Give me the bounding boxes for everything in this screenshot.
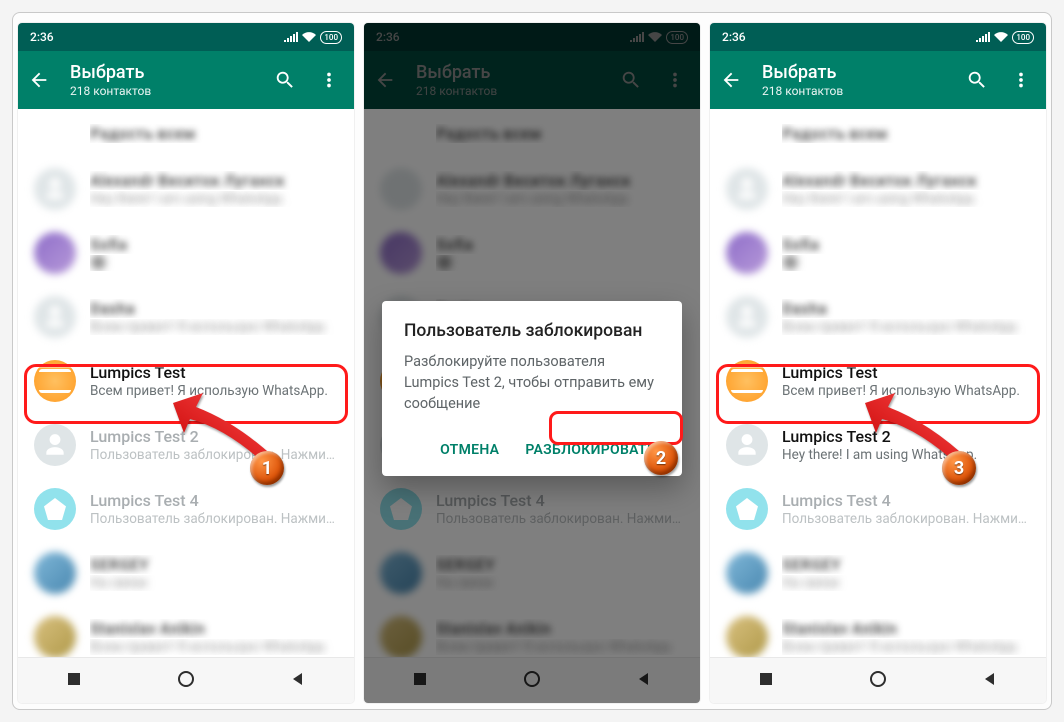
- system-nav-bar: [18, 657, 354, 703]
- avatar: [34, 552, 76, 594]
- list-item-blocked-target[interactable]: Lumpics Test 2Пользователь заблокирован.…: [18, 413, 354, 477]
- signal-icon: [284, 32, 298, 42]
- system-nav-bar: [710, 657, 1046, 703]
- avatar: [726, 424, 768, 466]
- avatar: [726, 552, 768, 594]
- avatar: [34, 616, 76, 657]
- list-item-unblocked-target[interactable]: Lumpics Test 2Hey there! I am using What…: [710, 413, 1046, 477]
- avatar: [34, 232, 76, 274]
- avatar: [726, 296, 768, 338]
- phone-screen-3: 2:36 100 Выбрать218 контактов Радость вс…: [710, 23, 1046, 703]
- nav-home[interactable]: [177, 670, 195, 692]
- list-item[interactable]: Stanislav AnikinВсем привет! Я использую…: [18, 605, 354, 657]
- app-bar: Выбрать218 контактов: [710, 51, 1046, 109]
- dialog-title: Пользователь заблокирован: [404, 321, 660, 341]
- list-item[interactable]: DashaВсем привет! Я использую WhatsApp.: [710, 285, 1046, 349]
- page-subtitle: 218 контактов: [762, 84, 946, 98]
- list-item[interactable]: SERGEYНа связи: [710, 541, 1046, 605]
- nav-home[interactable]: [869, 670, 887, 692]
- nav-recents[interactable]: [758, 671, 774, 691]
- signal-icon: [976, 32, 990, 42]
- avatar: [34, 424, 76, 466]
- nav-recents[interactable]: [66, 671, 82, 691]
- more-vert-icon: [1010, 69, 1032, 91]
- list-item[interactable]: Stanislav AnikinВсем привет! Я использую…: [710, 605, 1046, 657]
- list-item[interactable]: Alexandr Веситок ЛуганскHey there! I am …: [18, 157, 354, 221]
- status-time: 2:36: [722, 30, 746, 44]
- tutorial-triptych: 2:36 100 Выбрать 218 контактов: [12, 12, 1052, 710]
- avatar: [34, 488, 76, 530]
- app-bar: Выбрать 218 контактов: [18, 51, 354, 109]
- back-button[interactable]: [718, 67, 744, 93]
- search-icon: [274, 69, 296, 91]
- avatar: [34, 296, 76, 338]
- battery-indicator: 100: [320, 31, 342, 44]
- more-button[interactable]: [316, 67, 342, 93]
- list-item[interactable]: Lumpics TestВсем привет! Я использую Wha…: [710, 349, 1046, 413]
- search-button[interactable]: [272, 67, 298, 93]
- battery-indicator: 100: [1012, 31, 1034, 44]
- arrow-left-icon: [28, 69, 50, 91]
- avatar: [726, 360, 768, 402]
- nav-back[interactable]: [290, 671, 306, 691]
- list-item[interactable]: Lumpics Test 4Пользователь заблокирован.…: [710, 477, 1046, 541]
- status-bar: 2:36 100: [710, 23, 1046, 51]
- list-item[interactable]: Lumpics Test 4Пользователь заблокирован.…: [18, 477, 354, 541]
- status-right: 100: [284, 31, 342, 44]
- search-icon: [966, 69, 988, 91]
- avatar: [726, 488, 768, 530]
- phone-screen-2: 2:36 100 Выбрать218 контактов Радость вс…: [364, 23, 700, 703]
- more-vert-icon: [318, 69, 340, 91]
- more-button[interactable]: [1008, 67, 1034, 93]
- list-item[interactable]: Sofia🔴: [18, 221, 354, 285]
- list-item[interactable]: DashaВсем привет! Я использую WhatsApp.: [18, 285, 354, 349]
- dialog-cancel-button[interactable]: ОТМЕНА: [436, 434, 503, 466]
- avatar: [34, 168, 76, 210]
- wifi-icon: [302, 32, 316, 42]
- arrow-left-icon: [720, 69, 742, 91]
- list-item[interactable]: Радость всем: [18, 109, 354, 157]
- search-button[interactable]: [964, 67, 990, 93]
- status-time: 2:36: [30, 30, 54, 44]
- list-item[interactable]: Alexandr Веситок ЛуганскHey there! I am …: [710, 157, 1046, 221]
- avatar: [726, 232, 768, 274]
- page-title: Выбрать: [762, 62, 946, 83]
- back-button[interactable]: [26, 67, 52, 93]
- dialog-confirm-button[interactable]: РАЗБЛОКИРОВАТЬ: [521, 434, 660, 466]
- contacts-list[interactable]: Радость всем Alexandr Веситок ЛуганскHey…: [18, 109, 354, 657]
- avatar: [34, 360, 76, 402]
- status-bar: 2:36 100: [18, 23, 354, 51]
- page-title: Выбрать: [70, 62, 254, 83]
- page-subtitle: 218 контактов: [70, 84, 254, 98]
- avatar: [726, 616, 768, 657]
- list-item[interactable]: Lumpics TestВсем привет! Я использую Wha…: [18, 349, 354, 413]
- nav-back[interactable]: [982, 671, 998, 691]
- avatar: [726, 168, 768, 210]
- list-item[interactable]: Радость всем: [710, 109, 1046, 157]
- unblock-dialog: Пользователь заблокирован Разблокируйте …: [382, 301, 682, 476]
- list-item[interactable]: Sofia🔴: [710, 221, 1046, 285]
- status-right: 100: [976, 31, 1034, 44]
- list-item[interactable]: SERGEYНа связи: [18, 541, 354, 605]
- phone-screen-1: 2:36 100 Выбрать 218 контактов: [18, 23, 354, 703]
- wifi-icon: [994, 32, 1008, 42]
- contacts-list[interactable]: Радость всем Alexandr Веситок ЛуганскHey…: [710, 109, 1046, 657]
- dialog-message: Разблокируйте пользователя Lumpics Test …: [404, 351, 660, 414]
